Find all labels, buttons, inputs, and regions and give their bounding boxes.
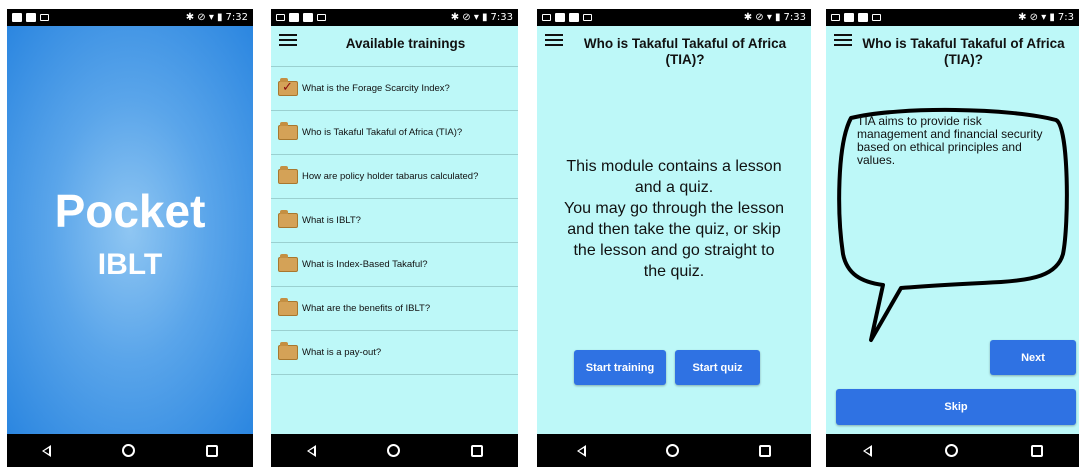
list-item[interactable]: What is a pay-out?: [271, 331, 518, 375]
phone-trainings-screen: ✱ ⊘ ▾ ▮ 7:33 Available trainings ✓ What is…: [271, 9, 518, 467]
notification-icon: [303, 13, 313, 22]
recents-icon[interactable]: [1030, 444, 1043, 457]
lesson-screen: Who is Takaful Takaful of Africa (TIA)? …: [826, 26, 1079, 434]
back-icon[interactable]: [862, 444, 872, 457]
status-icons: ✱ ⊘ ▾ ▮: [743, 12, 781, 23]
module-text-line: the quiz.: [643, 263, 705, 280]
notification-icon: [844, 13, 854, 22]
phone-splash-screen: ✱ ⊘ ▾ ▮ 7:32 Pocket IBLT: [7, 9, 253, 467]
status-time: 7:32: [225, 12, 248, 23]
list-item[interactable]: Who is Takaful Takaful of Africa (TIA)?: [271, 111, 518, 155]
page-title: Who is Takaful Takaful of Africa (TIA)?: [862, 36, 1065, 67]
status-time: 7:3: [1057, 12, 1074, 23]
phone-module-screen: ✱ ⊘ ▾ ▮ 7:33 Who is Takaful Takaful of Af…: [537, 9, 811, 467]
notification-icon: [831, 14, 840, 21]
folder-icon: [278, 298, 298, 316]
notification-icon: [858, 13, 868, 22]
list-item-label: What is Index-Based Takaful?: [302, 259, 428, 270]
page-title: Available trainings: [345, 36, 466, 51]
list-item[interactable]: What is Index-Based Takaful?: [271, 243, 518, 287]
status-bar: ✱ ⊘ ▾ ▮ 7:33: [537, 9, 811, 26]
back-icon[interactable]: [577, 444, 586, 457]
home-icon[interactable]: [944, 444, 958, 457]
status-icons: ✱ ⊘ ▾ ▮: [1018, 12, 1055, 23]
splash-background: Pocket IBLT: [7, 26, 253, 434]
module-screen: Who is Takaful Takaful of Africa (TIA)? …: [537, 26, 811, 434]
list-item[interactable]: What is IBLT?: [271, 199, 518, 243]
module-description: This module contains a lesson and a quiz…: [543, 156, 805, 282]
folder-icon: [278, 342, 298, 360]
folder-icon: [278, 166, 298, 184]
nav-bar: [537, 434, 811, 467]
notification-icon: [583, 14, 592, 21]
folder-icon: [278, 122, 298, 140]
trainings-screen: Available trainings ✓ What is the Forage …: [271, 26, 518, 434]
home-icon[interactable]: [121, 444, 135, 457]
notification-icon: [542, 14, 551, 21]
module-text-line: and a quiz.: [634, 179, 714, 196]
module-text-line: This module contains a lesson: [566, 158, 782, 175]
status-time: 7:33: [783, 12, 806, 23]
list-item-label: What are the benefits of IBLT?: [302, 303, 431, 314]
start-quiz-button[interactable]: Start quiz: [675, 350, 760, 385]
status-bar: ✱ ⊘ ▾ ▮ 7:32: [7, 9, 253, 26]
recents-icon[interactable]: [205, 444, 218, 457]
back-icon[interactable]: [42, 444, 52, 457]
folder-icon: [278, 254, 298, 272]
nav-bar: [7, 434, 253, 467]
notification-icon: [569, 13, 579, 22]
list-item[interactable]: What are the benefits of IBLT?: [271, 287, 518, 331]
splash-title: Pocket: [54, 185, 206, 237]
module-text-line: and then take the quiz, or skip: [567, 221, 781, 238]
notification-icon: [317, 14, 326, 21]
splash-subtitle: IBLT: [97, 248, 163, 281]
list-item-label: What is the Forage Scarcity Index?: [302, 83, 450, 94]
module-text-line: You may go through the lesson: [563, 200, 784, 217]
skip-button[interactable]: Skip: [836, 389, 1076, 425]
menu-icon[interactable]: [279, 34, 297, 47]
notification-icon: [40, 14, 49, 21]
folder-icon: ✓: [278, 78, 298, 96]
list-item[interactable]: ✓ What is the Forage Scarcity Index?: [271, 67, 518, 111]
list-item-label: What is a pay-out?: [302, 347, 382, 358]
status-bar: ✱ ⊘ ▾ ▮ 7:3: [826, 9, 1079, 26]
list-item-label: Who is Takaful Takaful of Africa (TIA)?: [302, 127, 463, 138]
notification-icon: [276, 14, 285, 21]
lesson-text: TIA aims to provide risk management and …: [857, 114, 1043, 167]
notification-icon: [555, 13, 565, 22]
folder-icon: [278, 210, 298, 228]
next-button[interactable]: Next: [990, 340, 1076, 375]
notification-icon: [289, 13, 299, 22]
recents-icon[interactable]: [759, 444, 771, 457]
notification-icon: [12, 13, 22, 22]
notification-icon: [26, 13, 36, 22]
nav-bar: [826, 434, 1079, 467]
status-icons: ✱ ⊘ ▾ ▮: [450, 12, 488, 23]
notification-icon: [872, 14, 881, 21]
start-training-button[interactable]: Start training: [574, 350, 666, 385]
list-item-label: How are policy holder tabarus calculated…: [302, 171, 479, 182]
status-bar: ✱ ⊘ ▾ ▮ 7:33: [271, 9, 518, 26]
menu-icon[interactable]: [834, 34, 852, 47]
list-item[interactable]: How are policy holder tabarus calculated…: [271, 155, 518, 199]
nav-bar: [271, 434, 518, 467]
phone-lesson-screen: ✱ ⊘ ▾ ▮ 7:3 Who is Takaful Takaful of Afr…: [826, 9, 1079, 467]
status-time: 7:33: [490, 12, 513, 23]
module-text-line: the lesson and go straight to: [573, 242, 775, 259]
training-list: ✓ What is the Forage Scarcity Index? Who …: [271, 66, 518, 375]
home-icon[interactable]: [666, 444, 679, 457]
list-item-label: What is IBLT?: [302, 215, 361, 226]
page-title: Who is Takaful Takaful of Africa (TIA)?: [583, 36, 787, 67]
menu-icon[interactable]: [545, 34, 563, 47]
status-icons: ✱ ⊘ ▾ ▮: [185, 12, 223, 23]
home-icon[interactable]: [386, 444, 400, 457]
recents-icon[interactable]: [470, 444, 483, 457]
checkmark-icon: ✓: [282, 80, 293, 95]
back-icon[interactable]: [306, 444, 316, 457]
